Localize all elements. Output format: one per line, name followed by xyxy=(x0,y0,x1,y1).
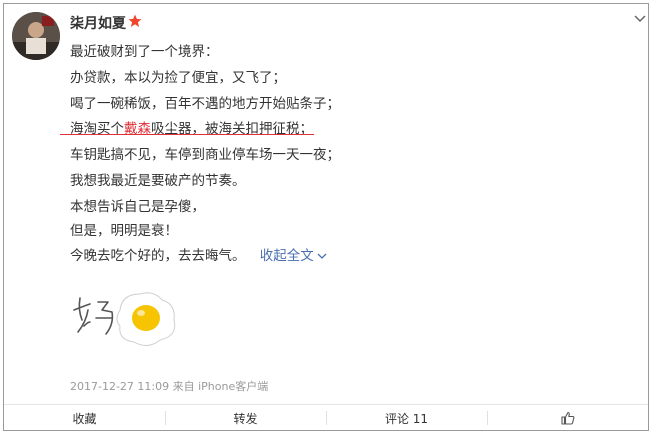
username[interactable]: 柒月如夏 xyxy=(70,13,126,33)
avatar-photo-icon xyxy=(12,12,60,60)
favorite-label: 收藏 xyxy=(72,411,97,426)
red-underline xyxy=(60,134,314,135)
star-badge-icon xyxy=(128,14,142,27)
post-text-line: 但是，明明是衰！ xyxy=(70,223,178,239)
post-text-segment: 今晚去吃个好的，去去晦气。 xyxy=(70,248,246,264)
avatar[interactable] xyxy=(12,12,60,60)
like-button[interactable] xyxy=(487,405,648,431)
post-text-line: 本想告诉自己是孕傻， xyxy=(70,199,205,215)
fried-egg-sticker-icon xyxy=(73,292,176,346)
weibo-post-card: 柒月如夏 最近破财到了一个境界： 办贷款，本以为捡了便宜，又飞了； 喝了一碗稀饭… xyxy=(3,3,649,431)
favorite-button[interactable]: 收藏 xyxy=(4,405,165,431)
chevron-down-icon xyxy=(317,253,327,259)
collapse-link[interactable]: 收起全文 xyxy=(260,248,327,264)
post-text-line: 办贷款，本以为捡了便宜，又飞了； xyxy=(70,70,286,86)
thumbs-up-icon xyxy=(560,411,574,425)
post-timestamp[interactable]: 2017-12-27 11:09 来自 iPhone客户端 xyxy=(70,378,268,394)
post-text-line: 喝了一碗稀饭，百年不遇的地方开始贴条子； xyxy=(70,96,340,112)
post-text-line: 我想我最近是要破产的节奏。 xyxy=(70,173,246,189)
chevron-down-icon[interactable] xyxy=(634,14,646,24)
repost-label: 转发 xyxy=(233,411,258,426)
post-text-line: 最近破财到了一个境界： xyxy=(70,44,219,60)
collapse-label: 收起全文 xyxy=(259,248,314,264)
post-text-line: 车钥匙搞不见，车停到商业停车场一天一夜； xyxy=(70,147,340,163)
repost-button[interactable]: 转发 xyxy=(165,405,326,431)
post-text-line: 今晚去吃个好的，去去晦气。 收起全文 xyxy=(70,244,327,264)
comment-label: 评论 11 xyxy=(384,411,429,426)
comment-button[interactable]: 评论 11 xyxy=(326,405,487,431)
action-bar: 收藏 转发 评论 11 xyxy=(4,404,648,431)
